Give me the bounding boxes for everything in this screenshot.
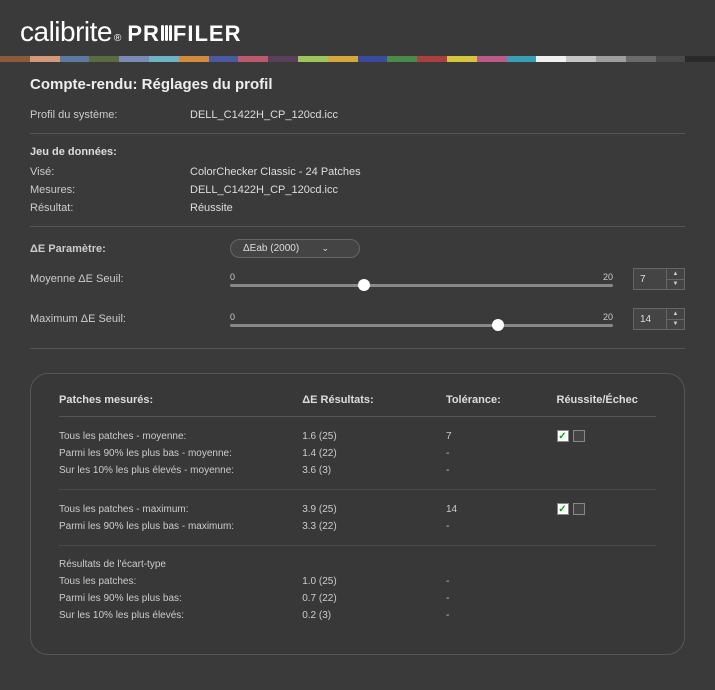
de-param-label: ΔE Paramètre: [30,243,230,255]
divider [30,226,685,227]
page-title: Compte-rendu: Réglages du profil [30,76,685,93]
header-de: ΔE Résultats: [302,394,446,406]
de-param-select-value: ΔEab (2000) [243,243,299,254]
system-profile-value: DELL_C1422H_CP_120cd.icc [190,109,338,121]
spinner-up-icon[interactable]: ▲ [667,309,684,320]
max-threshold-slider[interactable]: 0 20 [230,312,613,327]
dataset-section-label: Jeu de données: [30,146,685,158]
registered-mark: ® [114,33,121,44]
pass-checkbox[interactable]: ✓ [557,503,569,515]
logo: calibrite® PRFILER [20,16,695,48]
table-row: Parmi les 90% les plus bas - moyenne: 1.… [59,445,656,462]
color-strip [0,56,715,62]
max-threshold-spinner: ▲ ▼ [633,308,685,330]
slider-thumb[interactable] [492,319,504,331]
fail-checkbox[interactable] [573,430,585,442]
system-profile-row: Profil du système: DELL_C1422H_CP_120cd.… [30,109,685,121]
divider [30,133,685,134]
chevron-down-icon: ⌄ [321,243,329,254]
divider [30,348,685,349]
results-group-std: Résultats de l'écart-type Tous les patch… [59,546,656,634]
table-row: Tous les patches - moyenne: 1.6 (25) 7 ✓ [59,427,656,445]
group-heading: Résultats de l'écart-type [59,556,656,573]
spinner-down-icon[interactable]: ▼ [667,280,684,290]
table-row: Tous les patches: 1.0 (25) - [59,573,656,590]
results-group-avg: Tous les patches - moyenne: 1.6 (25) 7 ✓… [59,417,656,490]
pass-checkbox[interactable]: ✓ [557,430,569,442]
table-row: Parmi les 90% les plus bas: 0.7 (22) - [59,590,656,607]
results-group-max: Tous les patches - maximum: 3.9 (25) 14 … [59,490,656,546]
max-threshold-label: Maximum ΔE Seuil: [30,313,210,325]
content: Compte-rendu: Réglages du profil Profil … [0,62,715,669]
avg-threshold-spinner: ▲ ▼ [633,268,685,290]
logo-brand: calibrite [20,16,112,48]
system-profile-label: Profil du système: [30,109,190,121]
avg-threshold-input[interactable] [634,269,666,289]
results-header: Patches mesurés: ΔE Résultats: Tolérance… [59,394,656,417]
max-threshold-input[interactable] [634,309,666,329]
header-pf: Réussite/Échec [557,394,657,406]
de-param-select[interactable]: ΔEab (2000) ⌄ [230,239,360,258]
header: calibrite® PRFILER [0,0,715,56]
table-row: Sur les 10% les plus élevés: 0.2 (3) - [59,607,656,624]
spinner-up-icon[interactable]: ▲ [667,269,684,280]
results-box: Patches mesurés: ΔE Résultats: Tolérance… [30,373,685,655]
max-threshold-row: Maximum ΔE Seuil: 0 20 ▲ ▼ [30,308,685,330]
header-patches: Patches mesurés: [59,394,302,406]
logo-product: PRFILER [127,21,241,47]
slider-thumb[interactable] [358,279,370,291]
avg-threshold-slider[interactable]: 0 20 [230,272,613,287]
table-row: Sur les 10% les plus élevés - moyenne: 3… [59,462,656,479]
measures-row: Mesures: DELL_C1422H_CP_120cd.icc [30,184,685,196]
header-tol: Tolérance: [446,394,557,406]
avg-threshold-label: Moyenne ΔE Seuil: [30,273,210,285]
fail-checkbox[interactable] [573,503,585,515]
target-row: Visé: ColorChecker Classic - 24 Patches [30,166,685,178]
result-row: Résultat: Réussite [30,202,685,214]
table-row: Tous les patches - maximum: 3.9 (25) 14 … [59,500,656,518]
table-row: Parmi les 90% les plus bas - maximum: 3.… [59,518,656,535]
avg-threshold-row: Moyenne ΔE Seuil: 0 20 ▲ ▼ [30,268,685,290]
de-param-row: ΔE Paramètre: ΔEab (2000) ⌄ [30,239,685,258]
logo-bars-icon [161,25,172,41]
spinner-down-icon[interactable]: ▼ [667,320,684,330]
